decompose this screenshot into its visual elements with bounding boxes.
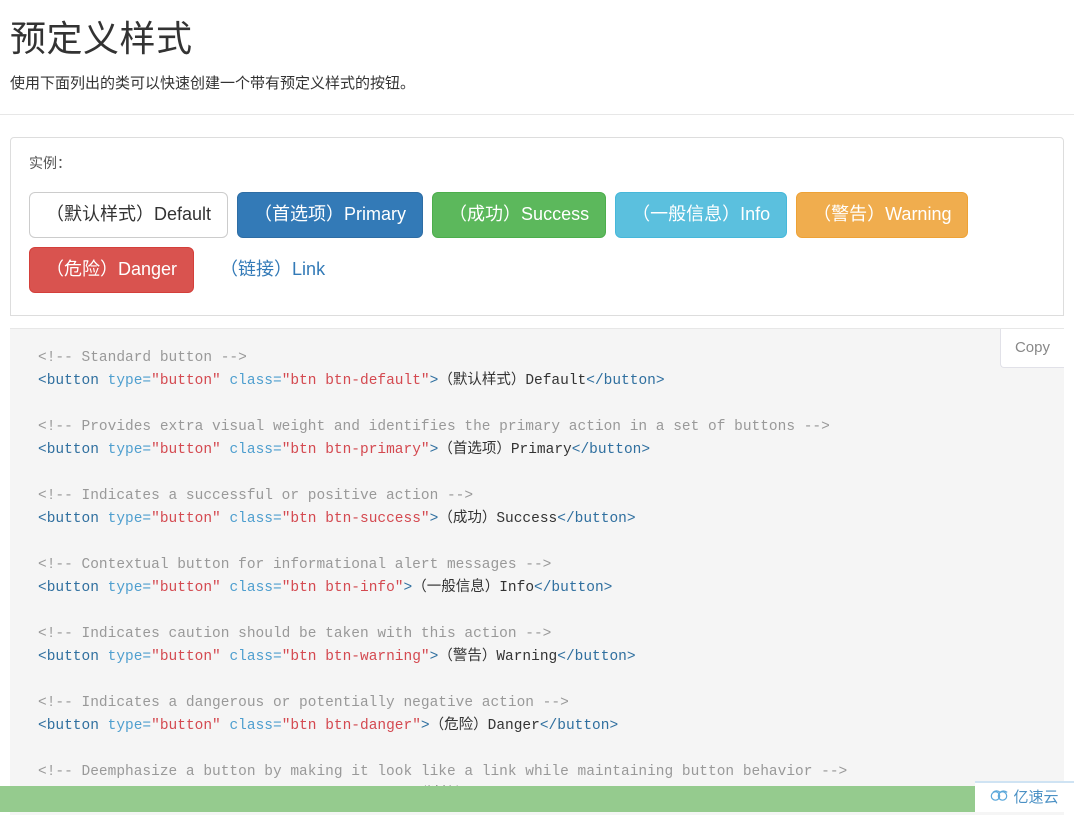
code-attr-name: class=	[220, 372, 282, 389]
code-tag-end: </button>	[571, 441, 651, 458]
code-comment: <!-- Contextual button for informational…	[38, 556, 552, 573]
page-title: 预定义样式	[10, 18, 193, 59]
code-comment-line: <!-- Indicates caution should be taken w…	[38, 623, 1064, 646]
code-tag-end: </button>	[586, 372, 665, 389]
button-success[interactable]: （成功）Success	[432, 191, 607, 238]
code-attr-value: "btn btn-default"	[281, 372, 430, 389]
code-comment-line: <!-- Contextual button for informational…	[38, 554, 1064, 577]
code-comment-line: <!-- Indicates a dangerous or potentiall…	[38, 692, 1064, 715]
button-danger[interactable]: （危险）Danger	[29, 246, 195, 293]
example-panel: 实例： （默认样式）Default （首选项）Primary （成功）Succe…	[10, 136, 1064, 316]
button-link[interactable]: （链接）Link	[203, 247, 342, 293]
code-attr-name: type=	[98, 510, 152, 527]
watermark-text: 亿速云	[1013, 788, 1059, 806]
code-attr-name: class=	[220, 510, 282, 527]
code-tag-bracket: >	[403, 579, 413, 596]
code-comment: <!-- Indicates a dangerous or potentiall…	[38, 694, 569, 711]
page-header: 预定义样式 使用下面列出的类可以快速创建一个带有预定义样式的按钮。	[0, 0, 1074, 114]
code-attr-value: "btn btn-primary"	[281, 441, 430, 458]
code-markup-line: <button type="button" class="btn btn-war…	[38, 646, 1064, 669]
code-tag-open: <button	[38, 441, 99, 458]
code-attr-name: class=	[220, 579, 282, 596]
code-comment-line: <!-- Deemphasize a button by making it l…	[38, 761, 1064, 784]
code-attr-name: type=	[98, 717, 152, 734]
code-tag-open: <button	[38, 648, 99, 665]
code-comment: <!-- Indicates a successful or positive …	[38, 487, 474, 504]
example-panel-wrapper: 实例： （默认样式）Default （首选项）Primary （成功）Succe…	[0, 115, 1074, 815]
button-warning[interactable]: （警告）Warning	[796, 191, 969, 238]
watermark: 亿速云	[975, 781, 1074, 812]
code-attr-name: class=	[220, 648, 282, 665]
code-block[interactable]: <!-- Standard button --> <button type="bu…	[38, 347, 1064, 807]
code-attr-value: "button"	[151, 579, 221, 596]
code-comment: <!-- Indicates caution should be taken w…	[38, 625, 552, 642]
button-default[interactable]: （默认样式）Default	[29, 191, 229, 238]
code-comment-line: <!-- Indicates a successful or positive …	[38, 485, 1064, 508]
code-attr-value: "button"	[151, 372, 221, 389]
code-tag-bracket: >	[420, 717, 430, 734]
code-comment: <!-- Standard button -->	[38, 349, 247, 366]
code-inner-text: （一般信息）Info	[412, 579, 535, 596]
code-inner-text: （首选项）Primary	[438, 441, 572, 458]
code-inner-text: （成功）Success	[438, 510, 558, 527]
code-comment-line: <!-- Standard button -->	[38, 347, 1064, 370]
button-row-primary: （默认样式）Default （首选项）Primary （成功）Success （…	[29, 191, 1045, 238]
code-attr-value: "btn btn-success"	[281, 510, 430, 527]
code-attr-value: "button"	[151, 717, 221, 734]
code-attr-value: "button"	[151, 648, 221, 665]
code-comment-line: <!-- Provides extra visual weight and id…	[38, 416, 1064, 439]
code-tag-open: <button	[38, 717, 99, 734]
button-primary[interactable]: （首选项）Primary	[237, 191, 424, 238]
code-tag-end: </button>	[534, 579, 613, 596]
code-attr-name: type=	[98, 579, 152, 596]
code-attr-value: "button"	[151, 510, 221, 527]
code-comment: <!-- Deemphasize a button by making it l…	[38, 763, 848, 780]
code-attr-value: "button"	[151, 441, 221, 458]
code-comment: <!-- Provides extra visual weight and id…	[38, 418, 830, 435]
code-panel: Copy <!-- Standard button --> <button typ…	[10, 327, 1064, 815]
page-subtitle: 使用下面列出的类可以快速创建一个带有预定义样式的按钮。	[10, 75, 416, 93]
code-inner-text: （警告）Warning	[438, 648, 558, 665]
code-inner-text: （默认样式）Default	[438, 372, 587, 389]
code-tag-end: </button>	[557, 510, 636, 527]
code-attr-name: class=	[220, 717, 282, 734]
example-label: 实例：	[29, 154, 71, 171]
code-markup-line: <button type="button" class="btn btn-inf…	[38, 577, 1064, 600]
code-tag-open: <button	[38, 579, 99, 596]
code-inner-text: （危险）Danger	[429, 717, 540, 734]
code-tag-end: </button>	[539, 717, 619, 734]
code-tag-open: <button	[38, 372, 99, 389]
code-attr-value: "btn btn-warning"	[281, 648, 430, 665]
button-info[interactable]: （一般信息）Info	[615, 191, 788, 238]
code-markup-line: <button type="button" class="btn btn-dan…	[38, 715, 1064, 738]
code-attr-name: type=	[98, 441, 152, 458]
code-attr-name: type=	[98, 372, 152, 389]
code-tag-open: <button	[38, 510, 99, 527]
code-attr-name: class=	[220, 441, 282, 458]
code-markup-line: <button type="button" class="btn btn-def…	[38, 370, 1064, 393]
code-tag-end: </button>	[557, 648, 636, 665]
cloud-icon	[990, 789, 1010, 807]
footer-bar: 亿速云	[0, 781, 1074, 812]
button-row-secondary: （危险）Danger （链接）Link	[29, 246, 1045, 293]
code-attr-value: "btn btn-info"	[281, 579, 404, 596]
copy-button[interactable]: Copy	[999, 328, 1064, 368]
code-attr-value: "btn btn-danger"	[281, 717, 421, 734]
code-markup-line: <button type="button" class="btn btn-pri…	[38, 439, 1064, 462]
code-attr-name: type=	[98, 648, 152, 665]
code-markup-line: <button type="button" class="btn btn-suc…	[38, 508, 1064, 531]
